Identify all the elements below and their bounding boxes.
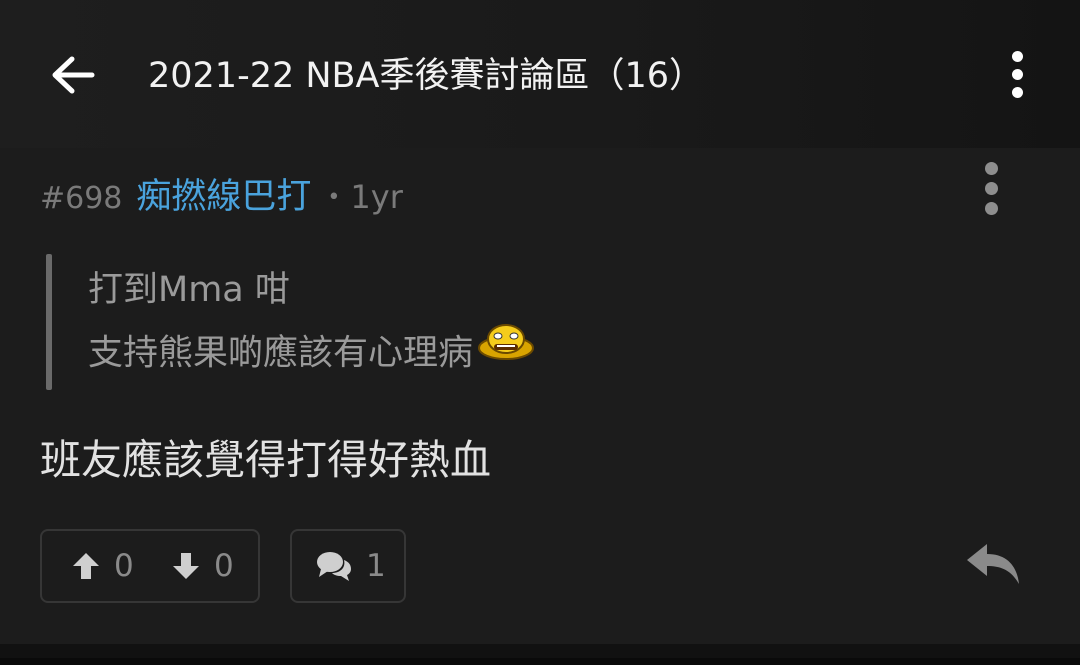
arrow-down-icon [173, 553, 199, 579]
post-separator: • [327, 185, 341, 210]
comment-count: 1 [366, 548, 386, 584]
downvote-button[interactable]: 0 [172, 531, 234, 601]
vote-group: 0 0 [40, 529, 260, 603]
comments-button[interactable]: 1 [290, 529, 406, 603]
quote-text: 支持熊果啲應該有心理病 [88, 333, 474, 374]
arrow-up-icon [73, 553, 99, 579]
next-post-edge [0, 658, 1080, 665]
post-number: #698 [40, 181, 123, 216]
arrow-left-icon [52, 56, 95, 94]
quote-line: 打到Mma 咁 [88, 266, 290, 314]
upvote-count: 0 [114, 548, 134, 584]
quote-line: 支持熊果啲應該有心理病 [88, 324, 535, 381]
more-vertical-icon-dot [1011, 86, 1023, 98]
post-body-text: 班友應該覺得打得好熱血 [40, 436, 491, 484]
top-app-bar: 2021-22 NBA季後賽討論區（16） [0, 0, 1080, 148]
comments-icon [317, 552, 351, 581]
quote-text: 打到Mma 咁 [88, 270, 290, 310]
upvote-button[interactable]: 0 [72, 531, 134, 601]
more-vertical-icon [984, 161, 998, 175]
more-vertical-icon-dot [984, 201, 998, 215]
more-vertical-icon [1011, 50, 1023, 62]
overflow-menu-button[interactable] [996, 46, 1038, 102]
smiley-emoji-icon [477, 322, 535, 375]
post-header: #698 痴撚線巴打 • 1yr [40, 168, 403, 217]
post-author-link[interactable]: 痴撚線巴打 [136, 168, 311, 219]
more-vertical-icon-dot [984, 181, 998, 195]
quote-bar [46, 254, 52, 390]
post-card: #698 痴撚線巴打 • 1yr 打到Mma 咁 支持熊果啲應該有心理病 班友應… [0, 148, 1080, 644]
thread-screen: 2021-22 NBA季後賽討論區（16） #698 痴撚線巴打 • 1yr 打… [0, 0, 1080, 665]
post-options-button[interactable] [970, 156, 1012, 220]
post-timestamp: 1yr [350, 178, 403, 216]
reply-button[interactable] [962, 538, 1024, 590]
bottom-divider [0, 644, 1080, 665]
reply-icon [967, 544, 1019, 584]
more-vertical-icon-dot [1011, 68, 1023, 80]
page-title: 2021-22 NBA季後賽討論區（16） [148, 56, 705, 96]
downvote-count: 0 [214, 548, 234, 584]
back-button[interactable] [42, 44, 104, 106]
quoted-reply: 打到Mma 咁 支持熊果啲應該有心理病 [46, 254, 746, 390]
